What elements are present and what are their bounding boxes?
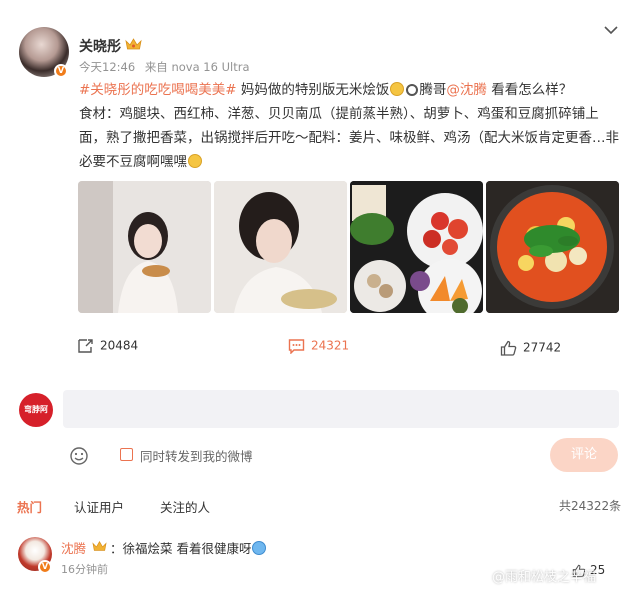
like-button[interactable]: 27742 <box>500 340 561 362</box>
crown-icon <box>125 38 142 50</box>
repost-count: 20484 <box>100 338 139 353</box>
like-icon <box>500 340 517 356</box>
verified-badge-icon: V <box>54 64 68 78</box>
emoji-face-icon <box>390 82 405 96</box>
tab-following[interactable]: 关注的人 <box>160 497 210 516</box>
comment-total: 共24322条 <box>559 499 622 513</box>
tab-verified[interactable]: 认证用户 <box>74 497 124 516</box>
post-time: 今天12:46 <box>79 60 136 74</box>
post-line1-b: 腾哥 <box>419 82 447 98</box>
comment-body: ：徐福烩菜 看着很健康呀 <box>110 541 252 556</box>
commenter-verified-icon: V <box>38 560 52 574</box>
comment-input[interactable] <box>63 390 619 428</box>
comment-icon <box>288 339 305 354</box>
crown-icon <box>92 541 107 551</box>
emoji-shock-icon <box>188 154 202 168</box>
watermark-text: @雨和松枝之辛福 <box>492 570 597 585</box>
comment-time: 16分钟前 <box>61 563 108 576</box>
post-line1-a: 妈妈做的特别版无米烩饭 <box>236 82 390 98</box>
repost-button[interactable]: 20484 <box>77 338 138 360</box>
emoji-magnifier-icon <box>406 84 419 96</box>
mention-link[interactable]: @沈腾 <box>446 82 487 98</box>
chevron-down-icon[interactable] <box>603 22 619 38</box>
post-line1-c: 看看怎么样？ <box>486 82 573 98</box>
hashtag-link[interactable]: #关晓彤的吃吃喝喝美美# <box>79 82 237 98</box>
post-source: 来自 nova 16 Ultra <box>144 60 250 74</box>
post-image-3[interactable] <box>350 181 483 313</box>
post-meta: 今天12:46 来自 nova 16 Ultra <box>79 59 250 75</box>
post-body: #关晓彤的吃吃喝喝美美# 妈妈做的特别版无米烩饭 腾哥@沈腾 看看怎么样？ 食材：… <box>79 78 619 174</box>
author-name[interactable]: 关晓彤 <box>79 36 121 56</box>
comment-button[interactable]: 24321 <box>288 338 349 360</box>
sync-checkbox[interactable] <box>120 448 133 461</box>
post-image-4[interactable] <box>486 181 619 313</box>
post-image-1[interactable] <box>78 181 211 313</box>
post-image-2[interactable] <box>214 181 347 313</box>
submit-comment-button[interactable]: 评论 <box>550 438 618 472</box>
my-avatar: 弯脖阿 <box>19 393 53 427</box>
commenter-name[interactable]: 沈腾 <box>61 538 86 557</box>
emoji-icon[interactable] <box>69 446 89 466</box>
post-body-text: 食材：鸡腿块、西红柿、洋葱、贝贝南瓜（提前蒸半熟）、胡萝卜、鸡蛋和豆腐抓碎铺上面… <box>79 106 619 170</box>
comment-text: ：徐福烩菜 看着很健康呀 <box>110 538 267 557</box>
weibo-logo-icon <box>470 569 486 581</box>
tab-hot[interactable]: 热门 <box>17 497 42 516</box>
sync-label: 同时转发到我的微博 <box>140 449 253 464</box>
emoji-icon <box>252 541 267 555</box>
comment-count: 24321 <box>311 338 350 353</box>
repost-icon <box>78 339 93 353</box>
like-count: 27742 <box>523 340 562 355</box>
